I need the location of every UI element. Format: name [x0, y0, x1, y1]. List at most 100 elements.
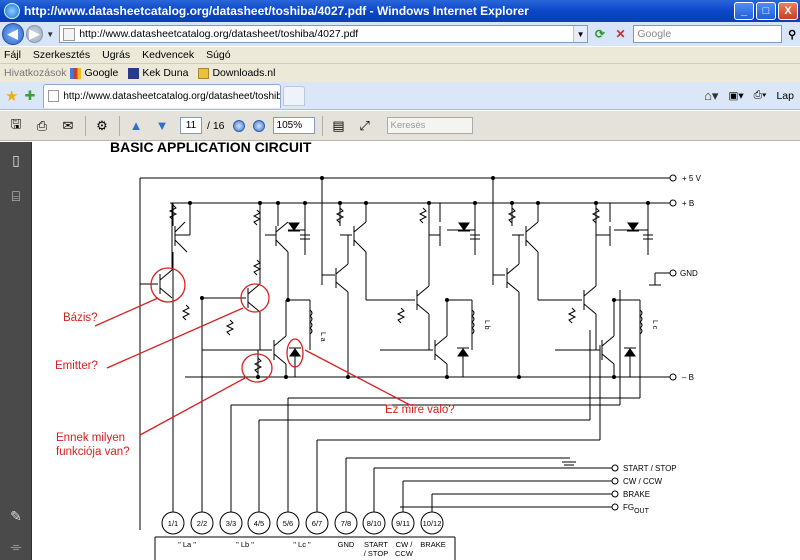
tab-bar: ★ ✚ http://www.datasheetcatalog.org/data…: [0, 82, 800, 110]
title-bar: http://www.datasheetcatalog.org/datashee…: [0, 0, 800, 22]
signal-label-cw-ccw: CW / CCW: [623, 477, 663, 486]
ic-label-ccw: CCW: [395, 549, 414, 558]
pdf-toolbar: 🖫 ⎙ ✉ ⚙ ▲ ▼ 11 / 16 105% ▤ ⤢ Keresés: [0, 111, 800, 141]
ic-label-cw: CW /: [396, 540, 414, 549]
terminal-brake: [611, 490, 619, 498]
rail-label-gnd: GND: [680, 269, 698, 278]
comments-icon[interactable]: ✎: [8, 508, 24, 524]
signal-label-fg: FGOUT: [623, 503, 650, 515]
page-total-value: 16: [212, 119, 225, 132]
maximize-button[interactable]: □: [756, 2, 776, 20]
pdf-document: BASIC APPLICATION CIRCUIT + 5 V + B GND …: [33, 142, 800, 560]
terminal-plus-b: [669, 199, 677, 207]
page-number-input[interactable]: 11: [180, 117, 202, 134]
page-menu[interactable]: Lap: [776, 90, 794, 102]
menu-help[interactable]: Súgó: [206, 49, 231, 61]
favorites-star-icon[interactable]: ★: [5, 87, 18, 105]
zoom-in-icon[interactable]: [252, 119, 265, 132]
tab-title: http://www.datasheetcatalog.org/datashee…: [63, 90, 282, 102]
terminal-5v: [669, 174, 677, 182]
signal-label-fg-sub: OUT: [634, 508, 650, 515]
zoom-input[interactable]: 105%: [272, 117, 315, 134]
stop-icon[interactable]: ✕: [612, 25, 630, 43]
menu-edit[interactable]: Szerkesztés: [33, 49, 90, 61]
address-row: ◀ ▶ ▼ http://www.datasheetcatalog.org/da…: [0, 22, 800, 46]
attachments-icon[interactable]: ⌯: [8, 538, 24, 554]
bookmarks-icon[interactable]: ⌸: [8, 188, 24, 204]
back-button[interactable]: ◀: [2, 23, 24, 45]
print-pdf-icon[interactable]: ⎙: [32, 116, 52, 136]
google-icon: [70, 67, 82, 79]
search-input[interactable]: Google: [633, 25, 783, 43]
email-icon[interactable]: ✉: [58, 116, 78, 136]
rail-label-plus-b: + B: [682, 199, 694, 208]
add-favorite-icon[interactable]: ✚: [24, 88, 35, 104]
pin-label: 10/12: [423, 519, 442, 528]
menu-favorites[interactable]: Kedvencek: [142, 49, 194, 61]
annotation-basis: Bázis?: [63, 312, 98, 324]
diagram-heading: BASIC APPLICATION CIRCUIT: [110, 142, 312, 155]
signal-label-brake: BRAKE: [623, 490, 650, 499]
terminal-start-stop: [611, 464, 619, 472]
link-google[interactable]: Google: [70, 67, 118, 79]
kek-duna-icon: [128, 67, 140, 79]
address-dropdown-icon[interactable]: ▼: [573, 26, 588, 42]
pages-icon[interactable]: ▯: [8, 152, 24, 168]
forward-button[interactable]: ▶: [25, 25, 44, 43]
pin-label: 9/11: [396, 519, 410, 528]
page-icon: [48, 90, 60, 102]
annotation-emitter: Emitter?: [55, 360, 98, 372]
pin-label: 2/2: [197, 519, 207, 528]
coil-label-lb: L b: [483, 320, 490, 330]
feeds-icon[interactable]: ▣▾: [728, 90, 743, 102]
link-kek-duna[interactable]: Kek Duna: [128, 67, 188, 79]
address-bar[interactable]: http://www.datasheetcatalog.org/datashee…: [59, 25, 589, 43]
downloads-icon: [198, 67, 210, 79]
coil-label-la: L a: [319, 332, 326, 342]
ic-label-lb: " Lb ": [236, 540, 254, 549]
annotation-function-line1: Ennek milyen: [56, 432, 125, 444]
pin-label: 6/7: [312, 519, 322, 528]
terminal-minus-b: [669, 373, 677, 381]
ic-label-start: START: [364, 540, 388, 549]
tools-icon[interactable]: ⚙: [92, 116, 112, 136]
home-icon[interactable]: ⌂▾: [704, 88, 718, 104]
ic-label-la: " La ": [178, 540, 196, 549]
fit-width-icon[interactable]: ⤢: [355, 116, 375, 136]
ie-icon: [4, 3, 20, 19]
address-input[interactable]: http://www.datasheetcatalog.org/datashee…: [79, 28, 573, 40]
signal-label-start-stop: START / STOP: [623, 464, 677, 473]
ic-label-lc: " Lc ": [293, 540, 311, 549]
tab-pdf[interactable]: http://www.datasheetcatalog.org/datashee…: [43, 83, 282, 108]
page-icon: [63, 27, 76, 41]
zoom-out-icon[interactable]: [232, 119, 245, 132]
close-button[interactable]: X: [778, 2, 798, 20]
link-kek-duna-label: Kek Duna: [142, 67, 189, 79]
save-icon[interactable]: 🖫: [6, 116, 26, 136]
annotation-function-line2: funkciója van?: [56, 446, 130, 458]
divider: [85, 115, 86, 136]
fit-page-icon[interactable]: ▤: [329, 116, 349, 136]
signal-label-fg-main: FG: [623, 503, 634, 512]
minimize-button[interactable]: _: [734, 2, 754, 20]
navigation-panel: ▯ ⌸ ✎ ⌯: [0, 142, 32, 560]
pin-label: 1/1: [168, 519, 178, 528]
print-icon[interactable]: ⎙▾: [754, 89, 767, 102]
history-dropdown[interactable]: ▼: [46, 30, 54, 39]
menu-file[interactable]: Fájl: [4, 49, 21, 61]
divider: [321, 115, 323, 136]
link-downloads[interactable]: Downloads.nl: [198, 67, 275, 79]
ic-label-gnd: GND: [338, 540, 355, 549]
rail-label-5v: + 5 V: [682, 174, 702, 183]
search-icon[interactable]: ⚲: [784, 26, 800, 42]
pin-label: 8/10: [367, 519, 382, 528]
prev-page-icon[interactable]: ▲: [126, 116, 146, 136]
find-input[interactable]: Keresés: [386, 117, 473, 134]
next-page-icon[interactable]: ▼: [152, 116, 172, 136]
links-bar: Hivatkozások Google Kek Duna Downloads.n…: [0, 64, 800, 82]
links-label: Hivatkozások: [4, 67, 67, 79]
menu-go[interactable]: Ugrás: [102, 49, 130, 61]
circuit-diagram: BASIC APPLICATION CIRCUIT + 5 V + B GND …: [55, 142, 702, 560]
refresh-icon[interactable]: ⟳: [591, 25, 609, 43]
new-tab-button[interactable]: [283, 85, 306, 106]
